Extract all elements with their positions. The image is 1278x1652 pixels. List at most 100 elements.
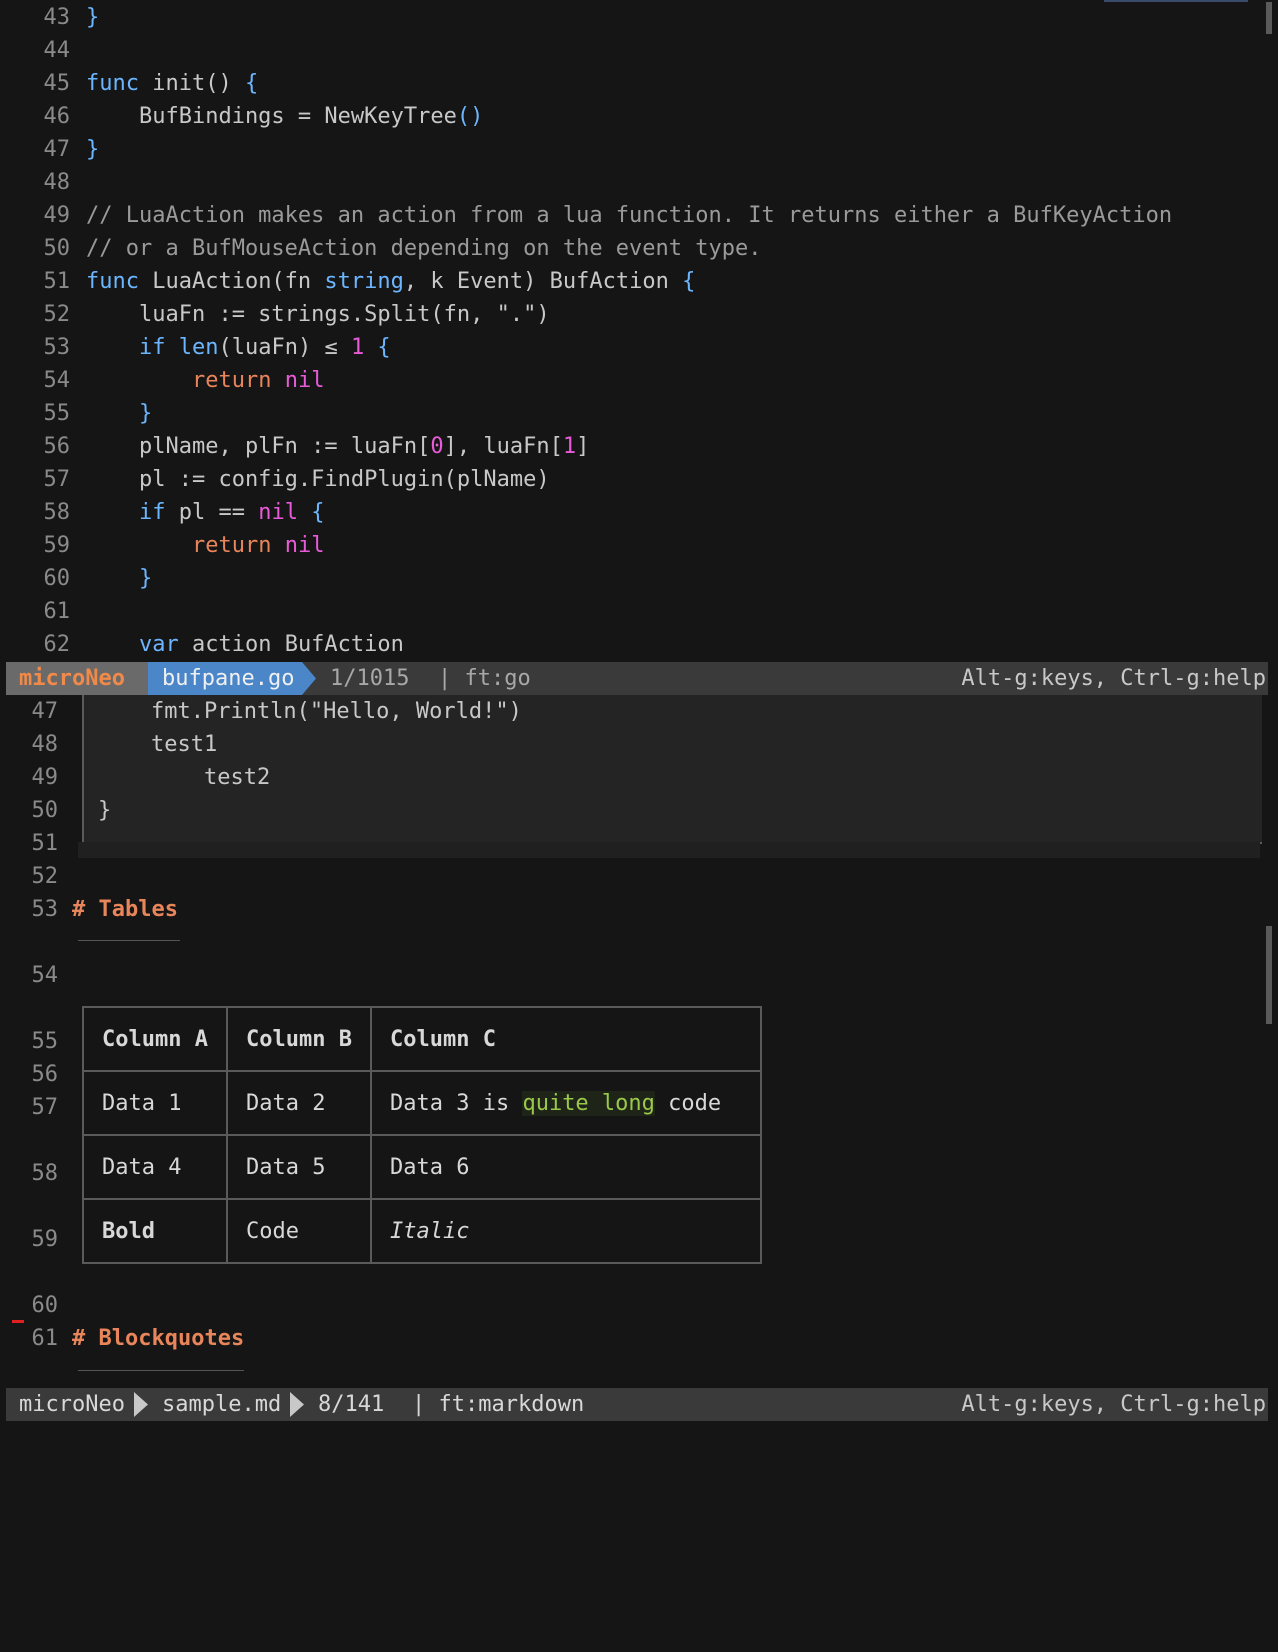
code-token: plName, plFn := luaFn[ <box>86 434 431 459</box>
code-line[interactable]: 58 if pl == nil { <box>6 496 1256 529</box>
md-line[interactable]: 50} <box>6 794 1256 827</box>
code-line[interactable]: 53 if len(luaFn) ≤ 1 { <box>6 331 1256 364</box>
code-token: if <box>138 500 166 525</box>
code-text: plName, plFn := luaFn[0], luaFn[1] <box>86 430 589 463</box>
code-line[interactable]: 50 // or a BufMouseAction depending on th… <box>6 232 1256 265</box>
code-line[interactable]: 52 luaFn := strings.Split(fn, ".") <box>6 298 1256 331</box>
line-number: 61 <box>31 1326 59 1351</box>
code-line[interactable]: 43} <box>6 1 1256 34</box>
code-token: pl == <box>165 500 259 525</box>
code-line[interactable]: 55 } <box>6 397 1256 430</box>
line-number: 54 <box>31 963 59 988</box>
code-line[interactable]: 59 return nil <box>6 529 1256 562</box>
code-line[interactable]: 45 func init() { <box>6 67 1256 100</box>
table-header: Column A <box>82 1006 228 1072</box>
line-number: 58 <box>43 500 71 525</box>
code-line[interactable]: 54 return nil <box>6 364 1256 397</box>
code-token: { <box>682 269 696 294</box>
md-line[interactable]: 51 <box>6 827 1256 860</box>
code-text: pl := config.FindPlugin(plName) <box>86 463 550 496</box>
code-token: BufBindings = NewKeyTree <box>86 104 457 129</box>
table-header: Column B <box>226 1006 372 1072</box>
code-text: fmt.Println("Hello, World!") <box>98 699 522 724</box>
table-cell: Data 5 <box>226 1134 372 1200</box>
code-line[interactable]: 51 func LuaAction(fn string, k Event) Buf… <box>6 265 1256 298</box>
table-header: Column C <box>370 1006 762 1072</box>
diff-marker <box>12 1320 24 1323</box>
table-header-row: Column A Column B Column C <box>82 1006 762 1072</box>
code-token: var <box>138 632 179 657</box>
code-token: { <box>364 335 391 360</box>
line-number: 43 <box>43 5 71 30</box>
line-number: 55 <box>31 1029 59 1054</box>
line-number: 50 <box>43 236 71 261</box>
status-position: 1/1015 <box>330 666 410 691</box>
code-token: () <box>205 71 232 96</box>
status-file-name[interactable]: sample.md <box>162 1388 281 1421</box>
code-line[interactable]: 56 plName, plFn := luaFn[0], luaFn[1] <box>6 430 1256 463</box>
code-token: return <box>191 368 272 393</box>
md-line[interactable]: 52 <box>6 860 1256 893</box>
table-row: Bold Code Italic <box>82 1198 762 1264</box>
code-line[interactable]: 62 var action BufAction <box>6 628 1256 661</box>
code-token: len <box>178 335 219 360</box>
md-line[interactable]: 47 fmt.Println("Hello, World!") <box>6 695 1256 728</box>
table-cell: Data 6 <box>370 1134 762 1200</box>
line-number: 48 <box>43 170 71 195</box>
status-position: 8/141 <box>318 1392 385 1417</box>
md-line[interactable]: 53 # Tables <box>6 893 1256 926</box>
code-token: init <box>138 71 206 96</box>
md-line[interactable]: 49 test2 <box>6 761 1256 794</box>
code-text: if pl == nil { <box>86 496 324 529</box>
markdown-table: Column A Column B Column C Data 1 Data 2… <box>82 1006 762 1264</box>
status-separator-icon <box>302 662 316 695</box>
status-help: Alt-g:keys, Ctrl-g:help <box>961 1392 1266 1417</box>
code-line[interactable]: 48 <box>6 166 1256 199</box>
md-line[interactable]: 54 <box>6 959 1256 992</box>
table-cell: Data 2 <box>226 1070 372 1136</box>
code-line[interactable]: 57 pl := config.FindPlugin(plName) <box>6 463 1256 496</box>
table-cell: Data 4 <box>82 1134 228 1200</box>
code-token: func <box>86 71 139 96</box>
code-text: } <box>86 133 99 166</box>
code-token: // LuaAction makes an action from a lua … <box>86 203 1173 228</box>
code-token: nil <box>284 533 325 558</box>
line-number: 57 <box>31 1095 59 1120</box>
code-token: { <box>231 71 259 96</box>
code-token: } <box>86 5 100 30</box>
code-token: 0 <box>430 434 444 459</box>
top-scrollbar[interactable] <box>1266 2 1272 34</box>
code-token: // or a BufMouseAction depending on the … <box>86 236 762 261</box>
status-file-name[interactable]: bufpane.go <box>148 662 302 695</box>
bottom-scrollbar[interactable] <box>1266 926 1272 1024</box>
code-token: LuaAction(fn <box>138 269 325 294</box>
code-line[interactable]: 46 BufBindings = NewKeyTree() <box>6 100 1256 133</box>
code-text: } <box>86 397 152 430</box>
table-row: Data 4 Data 5 Data 6 <box>82 1134 762 1200</box>
md-line[interactable]: 61 # Blockquotes <box>6 1322 1256 1355</box>
inline-code: quite long <box>522 1090 655 1116</box>
status-filetype: | ft:markdown <box>412 1392 585 1417</box>
code-line[interactable]: 49 // LuaAction makes an action from a lu… <box>6 199 1256 232</box>
code-line[interactable]: 44 <box>6 34 1256 67</box>
md-line[interactable]: 48 test1 <box>6 728 1256 761</box>
code-text: return nil <box>86 529 324 562</box>
md-line[interactable]: 60 <box>6 1289 1256 1322</box>
code-text: test2 <box>98 765 271 790</box>
code-line[interactable]: 47} <box>6 133 1256 166</box>
line-number: 59 <box>31 1227 59 1252</box>
line-number: 60 <box>31 1293 59 1318</box>
code-text: luaFn := strings.Split(fn, ".") <box>86 298 550 331</box>
line-number: 51 <box>43 269 71 294</box>
code-text: // LuaAction makes an action from a lua … <box>86 199 1172 232</box>
code-line[interactable]: 61 <box>6 595 1256 628</box>
line-number: 54 <box>43 368 71 393</box>
status-filetype: | ft:go <box>438 666 531 691</box>
code-token: ] <box>576 434 590 459</box>
code-token: 1 <box>562 434 577 459</box>
code-line[interactable]: 60 } <box>6 562 1256 595</box>
